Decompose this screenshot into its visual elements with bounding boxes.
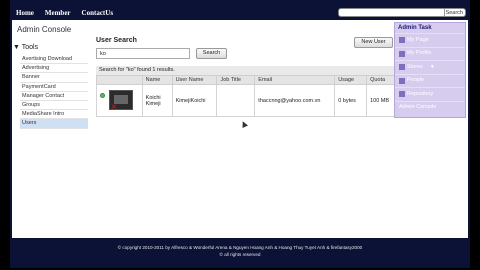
task-item-people[interactable]: People [395, 73, 465, 88]
column-header-email[interactable]: Email [254, 75, 336, 85]
chevron-down-icon[interactable]: ▼ [430, 61, 435, 74]
sidebar-item-banner[interactable]: Banner [20, 73, 88, 83]
nav-member-link[interactable]: Member [45, 9, 71, 17]
task-item-admin-console[interactable]: Admin Console [395, 100, 465, 115]
task-item-stores[interactable]: Stores ▼ [395, 60, 465, 74]
top-search-input[interactable]: Search [338, 8, 466, 17]
sidebar-item-advertising-download[interactable]: Avertising Download [20, 55, 88, 65]
admin-task-title: Admin Task [395, 23, 465, 33]
search-result-summary: Search for "ko" found 1 results. [96, 66, 402, 75]
admin-task-panel: Admin Task My Page My Profile Stores ▼ P… [394, 22, 466, 118]
tools-label: Tools [21, 44, 39, 51]
sidebar-item-paymentcard[interactable]: PaymentCard [20, 83, 88, 92]
repository-icon [399, 91, 405, 98]
page-title: User Search [96, 37, 137, 44]
tools-list: Avertising Download Advertising Banner P… [20, 55, 88, 129]
sidebar-item-users[interactable]: Users [20, 119, 88, 129]
footer-rights: © all rights reserved [219, 252, 261, 257]
sidebar-item-manager-contact[interactable]: Manager Contact [20, 92, 88, 101]
user-username-cell: KimejiKoichi [171, 84, 218, 117]
store-icon [399, 64, 405, 71]
column-header-avatar [96, 75, 143, 85]
main-nav: Home Member ContactUs [16, 9, 113, 17]
task-item-my-profile[interactable]: My Profile [395, 46, 465, 61]
table-header-row: Name User Name Job Title Email Usage Quo… [96, 75, 402, 85]
search-button[interactable]: Search [196, 48, 227, 59]
row-select-radio[interactable] [100, 93, 105, 98]
nav-contact-link[interactable]: ContactUs [82, 9, 114, 17]
task-item-my-page[interactable]: My Page [395, 33, 465, 47]
user-email-cell: thaccnng@yahoo.com.vn [254, 84, 336, 117]
page-icon [399, 37, 405, 44]
task-item-label: My Profile [407, 50, 432, 57]
column-header-jobtitle[interactable]: Job Title [216, 75, 256, 85]
nav-home-link[interactable]: Home [16, 9, 34, 17]
triangle-down-icon: ▼ [13, 44, 20, 51]
user-search-input[interactable]: ko [96, 48, 190, 59]
sidebar-title: Admin Console [17, 25, 72, 34]
sidebar-item-advertising[interactable]: Advertising [20, 64, 88, 74]
top-navigation-bar: Home Member ContactUs Search [10, 6, 470, 20]
column-header-username[interactable]: User Name [171, 75, 218, 85]
task-item-label: People [407, 77, 425, 84]
people-icon [399, 77, 405, 84]
top-search-button[interactable]: Search [446, 10, 463, 16]
task-item-label: My Page [407, 36, 429, 43]
task-item-label: Admin Console [399, 104, 437, 111]
column-header-name[interactable]: Name [141, 75, 173, 85]
new-user-button[interactable]: New User [354, 37, 393, 48]
footer: © copyright 2010-2011 by Alfresco & Wond… [10, 244, 470, 258]
task-item-repository[interactable]: Repository [395, 87, 465, 101]
user-name-cell[interactable]: Koichi Kimeji [141, 84, 173, 117]
task-item-label: Repository [407, 90, 434, 97]
avatar-cell: ✕ [96, 84, 143, 117]
profile-icon [399, 50, 405, 57]
sidebar-item-mediashare-intro[interactable]: MediaShare Intro [20, 110, 88, 120]
sidebar-item-groups[interactable]: Groups [20, 101, 88, 111]
column-header-usage[interactable]: Usage [334, 75, 368, 85]
tools-section-header[interactable]: ▼ Tools [13, 44, 38, 51]
user-jobtitle-cell [216, 84, 256, 117]
user-usage-cell: 0 bytes [334, 84, 368, 117]
user-search-panel: User Search ko Search New User Search fo… [94, 20, 404, 238]
footer-copyright: © copyright 2010-2011 by Alfresco & Wond… [117, 245, 363, 250]
sidebar: Admin Console ▼ Tools Avertising Downloa… [12, 20, 88, 238]
table-row[interactable]: ✕ Koichi Kimeji KimejiKoichi thaccnng@ya… [96, 84, 402, 117]
delete-x-icon[interactable]: ✕ [111, 104, 117, 111]
users-table: Name User Name Job Title Email Usage Quo… [96, 75, 402, 117]
task-item-label: Stores [407, 63, 423, 70]
